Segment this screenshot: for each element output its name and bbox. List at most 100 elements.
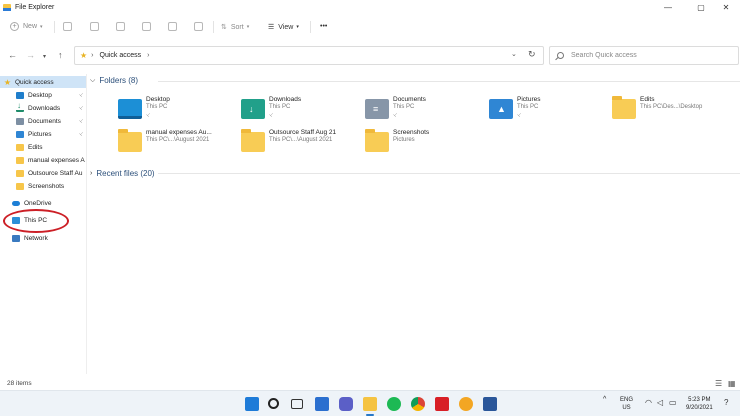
wifi-icon[interactable]: ◠ <box>645 398 652 407</box>
cut-icon[interactable] <box>63 22 72 31</box>
chrome-canary-icon[interactable] <box>459 397 473 411</box>
folder-tile[interactable]: Desktop This PC ⊥ <box>118 96 238 126</box>
address-dropdown-icon[interactable]: ⌄ <box>511 50 517 58</box>
widgets-icon[interactable] <box>315 397 329 411</box>
documents-glyph-icon: ≡ <box>373 104 379 114</box>
notifications-icon[interactable]: ? <box>724 398 728 407</box>
close-button[interactable]: ✕ <box>712 0 740 14</box>
delete-icon[interactable] <box>194 22 203 31</box>
folders-header-label: Folders (8) <box>99 76 138 85</box>
address-bar[interactable]: ★ › Quick access › ⌄ ↻ <box>74 46 544 65</box>
sidebar-item-label: Quick access <box>15 78 54 86</box>
tray-overflow-icon[interactable]: ^ <box>603 396 606 404</box>
sidebar-item-edits[interactable]: Edits <box>0 141 86 153</box>
share-icon[interactable] <box>168 22 177 31</box>
sidebar-item-label: Edits <box>28 143 43 151</box>
pin-icon: ⊥ <box>77 130 85 138</box>
folder-tile[interactable]: Screenshots Pictures <box>365 129 485 159</box>
sidebar-item-label: OneDrive <box>24 199 52 207</box>
breadcrumb-separator[interactable]: › <box>147 52 149 59</box>
forward-arrow-icon[interactable]: → <box>26 50 35 60</box>
sidebar-item-quick-access[interactable]: ★ Quick access <box>0 76 86 88</box>
folder-location: This PC\...\August 2021 <box>146 137 210 143</box>
folder-name: Screenshots <box>393 129 430 136</box>
chevron-down-icon: ▾ <box>296 24 299 30</box>
sidebar-item-pictures[interactable]: Pictures ⊥ <box>0 128 86 140</box>
language-indicator[interactable]: ENG US <box>620 396 633 412</box>
sidebar-item-screenshots[interactable]: Screenshots <box>0 180 86 192</box>
clock-time: 5:23 PM <box>688 397 711 403</box>
folder-tile[interactable]: Edits This PC\Des...\Desktop <box>612 96 732 126</box>
search-taskbar-icon[interactable] <box>268 398 279 409</box>
folder-tile[interactable]: ≡ Documents This PC ⊥ <box>365 96 485 126</box>
sidebar-item-label: Screenshots <box>28 182 65 190</box>
sidebar-item-label: Downloads <box>28 104 61 112</box>
folder-tile[interactable]: Outsource Staff Aug 21 This PC\...\August… <box>241 129 361 159</box>
sidebar-item-onedrive[interactable]: OneDrive <box>0 197 86 209</box>
battery-icon[interactable]: ▭ <box>669 398 677 407</box>
folder-tile[interactable]: manual expenses Au... This PC\...\August … <box>118 129 238 159</box>
start-button-icon[interactable] <box>245 397 259 411</box>
language-code: ENG <box>620 397 634 403</box>
folder-location: This PC <box>393 104 415 110</box>
chevron-right-icon: › <box>90 170 93 177</box>
word-icon[interactable] <box>483 397 497 411</box>
section-divider <box>158 173 740 174</box>
sidebar-item-documents[interactable]: Documents ⊥ <box>0 115 86 127</box>
maximize-button[interactable]: ▢ <box>687 0 715 14</box>
title-bar: File Explorer <box>0 0 740 14</box>
sidebar-item-label: Pictures <box>28 130 52 138</box>
sidebar-item-outsource-staff-au[interactable]: Outsource Staff Au <box>0 167 86 179</box>
copy-icon[interactable] <box>90 22 99 31</box>
pictures-icon <box>16 130 24 138</box>
sidebar-item-network[interactable]: Network <box>0 232 86 244</box>
more-options-button[interactable]: ••• <box>320 23 327 30</box>
item-count: 28 items <box>7 380 32 387</box>
search-input[interactable] <box>571 52 731 59</box>
language-region: US <box>622 405 631 411</box>
folder-name: manual expenses Au... <box>146 129 212 136</box>
chrome-icon[interactable] <box>411 397 425 411</box>
sidebar-item-manual-expenses-a[interactable]: manual expenses A <box>0 154 86 166</box>
folder-location: Pictures <box>393 137 415 143</box>
search-box[interactable] <box>549 46 739 65</box>
clock[interactable]: 5:23 PM 9/20/2021 <box>686 396 713 412</box>
file-explorer-icon <box>3 3 11 11</box>
pictures-glyph-icon: ▲ <box>497 104 506 114</box>
downloads-folder-icon: ↓ <box>241 99 265 119</box>
sidebar-item-downloads[interactable]: Downloads ⊥ <box>0 102 86 114</box>
documents-folder-icon: ≡ <box>365 99 389 119</box>
details-view-icon[interactable]: ☰ <box>715 379 722 388</box>
back-arrow-icon[interactable]: ← <box>8 50 17 60</box>
quick-access-star-icon: ★ <box>80 51 88 60</box>
up-arrow-icon[interactable]: ↑ <box>58 50 63 60</box>
sort-button[interactable]: ⇅ Sort ▾ <box>221 23 249 32</box>
rename-icon[interactable] <box>142 22 151 31</box>
teams-chat-icon[interactable] <box>339 397 353 411</box>
new-button[interactable]: + New ▾ <box>10 22 43 31</box>
view-button[interactable]: ☰ View ▾ <box>268 23 299 32</box>
folder-tile[interactable]: ▲ Pictures This PC ⊥ <box>489 96 609 126</box>
sidebar-item-label: Desktop <box>28 91 52 99</box>
breadcrumb-quick-access[interactable]: Quick access <box>100 52 142 59</box>
recent-locations-chevron-icon[interactable]: ▾ <box>43 52 46 62</box>
sidebar-item-desktop[interactable]: Desktop ⊥ <box>0 89 86 101</box>
netflix-icon[interactable] <box>435 397 449 411</box>
paste-icon[interactable] <box>116 22 125 31</box>
file-explorer-taskbar-icon[interactable] <box>363 397 377 416</box>
folder-tile[interactable]: ↓ Downloads This PC ⊥ <box>241 96 361 126</box>
folder-icon <box>16 169 24 177</box>
chevron-down-icon: ▾ <box>40 23 43 30</box>
volume-icon[interactable]: ◁ <box>657 398 663 407</box>
folder-name: Outsource Staff Aug 21 <box>269 129 337 136</box>
minimize-button[interactable]: — <box>654 0 682 14</box>
refresh-icon[interactable]: ↻ <box>528 49 536 60</box>
recent-files-section-header[interactable]: › Recent files (20) <box>90 169 740 178</box>
tiles-view-icon[interactable]: ▦ <box>728 379 736 388</box>
folder-location: This PC <box>146 104 168 110</box>
folder-name: Edits <box>640 96 655 103</box>
pin-icon: ⊥ <box>391 111 399 119</box>
spotify-icon[interactable] <box>387 397 401 411</box>
folders-section-header[interactable]: ⌵ Folders (8) <box>90 76 138 85</box>
task-view-icon[interactable] <box>291 399 303 409</box>
